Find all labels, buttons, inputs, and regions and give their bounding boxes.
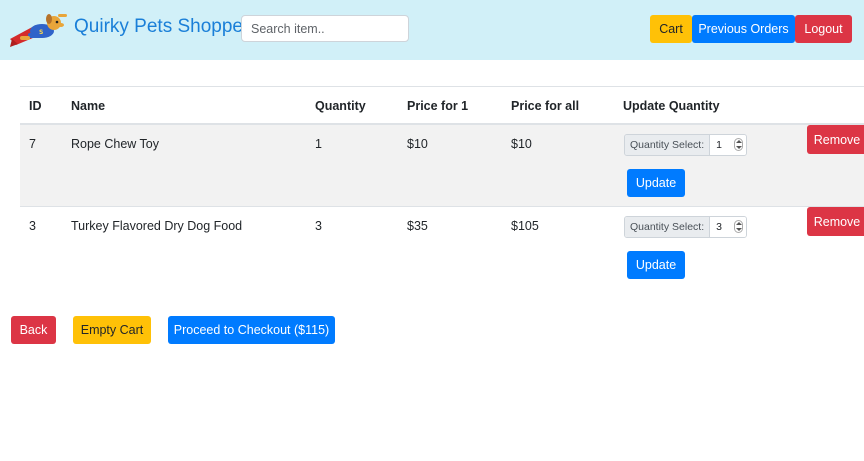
checkout-button[interactable]: Proceed to Checkout ($115) (168, 316, 335, 344)
header-id: ID (29, 99, 42, 113)
cell-price-all: $105 (511, 219, 539, 233)
update-button[interactable]: Update (627, 169, 685, 197)
quantity-select-group: Quantity Select: 1 (624, 134, 748, 156)
header-price-for-all: Price for all (511, 99, 580, 113)
cell-name: Turkey Flavored Dry Dog Food (71, 219, 243, 233)
header-quantity: Quantity (315, 99, 366, 113)
cell-id: 7 (29, 137, 36, 151)
remove-button[interactable]: Remove (807, 125, 864, 154)
empty-cart-button[interactable]: Empty Cart (73, 316, 151, 344)
header-update-quantity: Update Quantity (623, 99, 720, 113)
logout-button[interactable]: Logout (795, 15, 852, 43)
table-top-border (20, 86, 864, 87)
table-row: 7 Rope Chew Toy 1 $10 $10 Quantity Selec… (20, 125, 864, 206)
superhero-dog-logo-icon[interactable]: S (6, 9, 70, 51)
quantity-stepper[interactable]: 1 (710, 135, 747, 155)
cell-price-all: $10 (511, 137, 532, 151)
cell-name: Rope Chew Toy (71, 137, 160, 151)
cart-button[interactable]: Cart (650, 15, 692, 43)
search-input[interactable] (241, 15, 409, 42)
cell-id: 3 (29, 219, 36, 233)
quantity-value: 1 (716, 139, 722, 151)
update-button[interactable]: Update (627, 251, 685, 279)
back-button[interactable]: Back (11, 316, 56, 344)
remove-button[interactable]: Remove (807, 207, 864, 236)
cell-quantity: 1 (315, 137, 322, 151)
svg-text:S: S (39, 29, 43, 36)
quantity-select-group: Quantity Select: 3 (624, 216, 748, 238)
cell-quantity: 3 (315, 219, 322, 233)
spinner-icon[interactable] (734, 138, 744, 151)
header-price-for-one: Price for 1 (407, 99, 469, 113)
cell-price-one: $35 (407, 219, 428, 233)
quantity-stepper[interactable]: 3 (710, 217, 747, 237)
brand-title[interactable]: Quirky Pets Shoppe (74, 16, 243, 38)
navbar: S Quirky Pets Shoppe Cart Previous Order… (0, 0, 864, 60)
spinner-icon[interactable] (734, 220, 744, 233)
cell-price-one: $10 (407, 137, 428, 151)
table-row: 3 Turkey Flavored Dry Dog Food 3 $35 $10… (20, 206, 864, 288)
quantity-select-label: Quantity Select: (625, 135, 711, 155)
quantity-value: 3 (716, 221, 722, 233)
previous-orders-button[interactable]: Previous Orders (692, 15, 795, 43)
header-name: Name (71, 99, 106, 113)
quantity-select-label: Quantity Select: (625, 217, 711, 237)
